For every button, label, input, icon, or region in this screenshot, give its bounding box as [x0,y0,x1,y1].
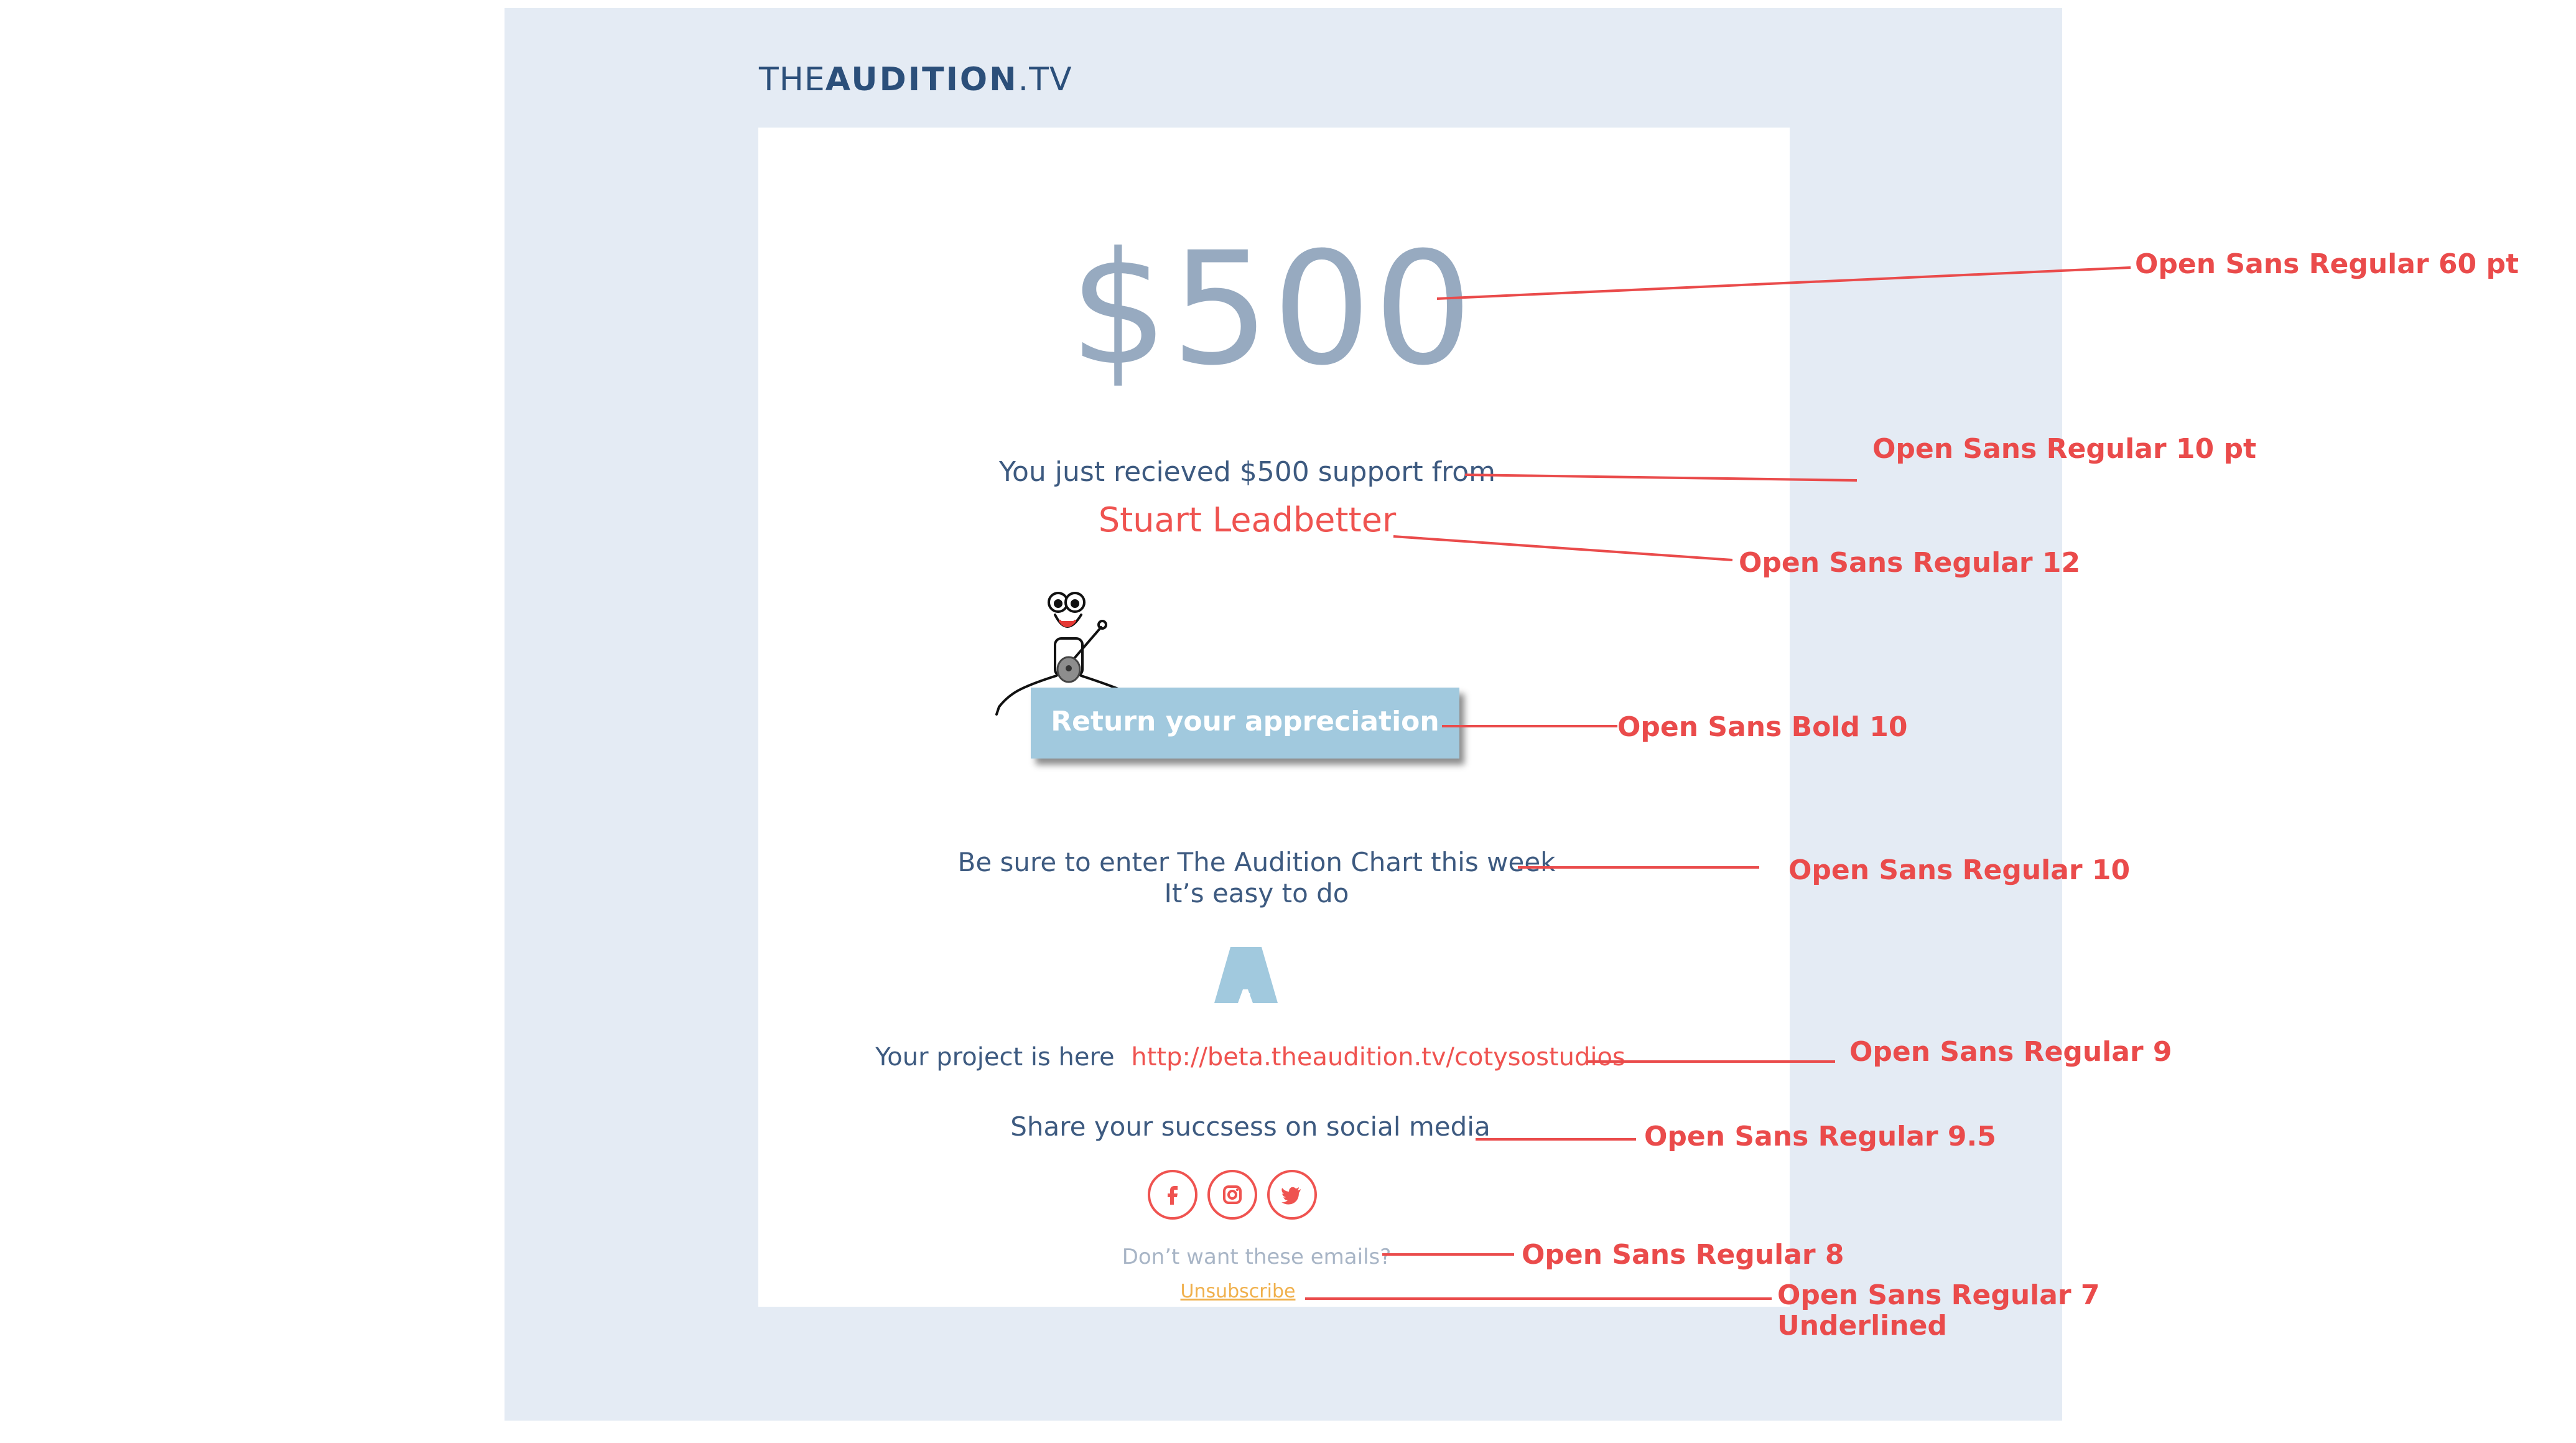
annotation-leader-lines [1305,266,2131,1300]
annotation-unsubscribe-font: Open Sans Regular 7 [1777,1279,2100,1311]
annotation-unsubscribe-underlined: Underlined [1777,1310,1947,1342]
annotation-amount-font: Open Sans Regular 60 pt [2135,248,2519,280]
annotation-dont-want-font: Open Sans Regular 8 [1522,1239,1844,1271]
annotation-name-font: Open Sans Regular 12 [1739,547,2081,579]
annotation-intro-font: Open Sans Regular 10 pt [1872,433,2257,465]
annotation-share-font: Open Sans Regular 9.5 [1644,1121,1996,1152]
annotation-project-font: Open Sans Regular 9 [1849,1036,2172,1068]
annotation-cta-font: Open Sans Bold 10 [1617,711,1908,743]
annotation-chart-note-font: Open Sans Regular 10 [1788,854,2131,886]
